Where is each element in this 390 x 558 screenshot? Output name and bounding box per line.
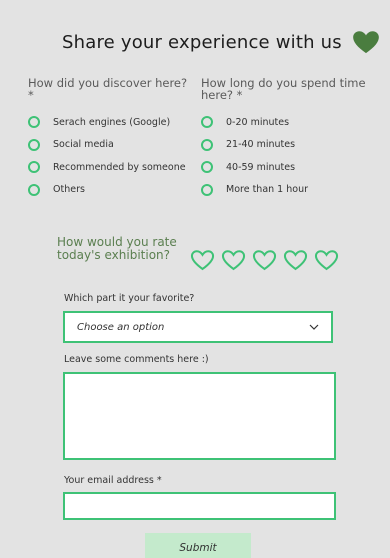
submit-button[interactable]: Submit: [145, 533, 251, 558]
header: Share your experience with us: [62, 30, 380, 54]
radio-button[interactable]: [201, 138, 213, 151]
discover-options: Serach engines (Google) Social media Rec…: [28, 111, 198, 201]
heart-outline-icon[interactable]: [190, 249, 215, 271]
rating-label: How would you rate today's exhibition?: [57, 235, 177, 262]
heart-outline-icon[interactable]: [221, 249, 246, 271]
duration-option-21-40[interactable]: 21-40 minutes: [201, 134, 381, 157]
option-label: Serach engines (Google): [53, 116, 171, 128]
duration-option-over-hour[interactable]: More than 1 hour: [201, 179, 381, 202]
rating-hearts: [190, 249, 339, 271]
radio-button[interactable]: [28, 183, 40, 196]
discover-question: How did you discover here? * Serach engin…: [28, 77, 198, 201]
page-title: Share your experience with us: [62, 31, 342, 53]
radio-button[interactable]: [201, 116, 213, 129]
discover-option-others[interactable]: Others: [28, 179, 198, 202]
discover-option-social[interactable]: Social media: [28, 134, 198, 157]
email-field[interactable]: [63, 492, 336, 520]
chevron-down-icon: [309, 324, 319, 330]
heart-icon: [352, 31, 379, 54]
favorite-label: Which part it your favorite?: [64, 293, 195, 304]
radio-button[interactable]: [28, 161, 40, 174]
discover-option-search[interactable]: Serach engines (Google): [28, 111, 198, 134]
discover-option-recommended[interactable]: Recommended by someone: [28, 156, 198, 179]
duration-option-0-20[interactable]: 0-20 minutes: [201, 111, 381, 134]
duration-question-label: How long do you spend time here? *: [201, 76, 366, 102]
option-label: 40-59 minutes: [226, 161, 296, 173]
heart-outline-icon[interactable]: [283, 249, 308, 271]
radio-button[interactable]: [28, 116, 40, 129]
heart-outline-icon[interactable]: [252, 249, 277, 271]
comments-label: Leave some comments here :): [64, 354, 209, 365]
option-label: 21-40 minutes: [226, 139, 296, 151]
survey-form: Share your experience with us How did yo…: [0, 0, 390, 558]
favorite-select-value: Choose an option: [77, 321, 165, 333]
radio-button[interactable]: [28, 138, 40, 151]
option-label: 0-20 minutes: [226, 116, 290, 128]
discover-question-label: How did you discover here? *: [28, 76, 188, 102]
email-label: Your email address *: [64, 475, 162, 486]
option-label: Recommended by someone: [53, 161, 186, 173]
favorite-select[interactable]: Choose an option: [63, 311, 333, 343]
duration-option-40-59[interactable]: 40-59 minutes: [201, 156, 381, 179]
duration-question: How long do you spend time here? * 0-20 …: [201, 77, 381, 201]
submit-label: Submit: [179, 542, 217, 554]
radio-button[interactable]: [201, 161, 213, 174]
option-label: Social media: [53, 139, 114, 151]
option-label: Others: [53, 184, 85, 196]
heart-outline-icon[interactable]: [314, 249, 339, 271]
option-label: More than 1 hour: [226, 184, 309, 196]
comments-textarea[interactable]: [63, 372, 336, 460]
radio-button[interactable]: [201, 183, 213, 196]
duration-options: 0-20 minutes 21-40 minutes 40-59 minutes…: [201, 111, 381, 201]
